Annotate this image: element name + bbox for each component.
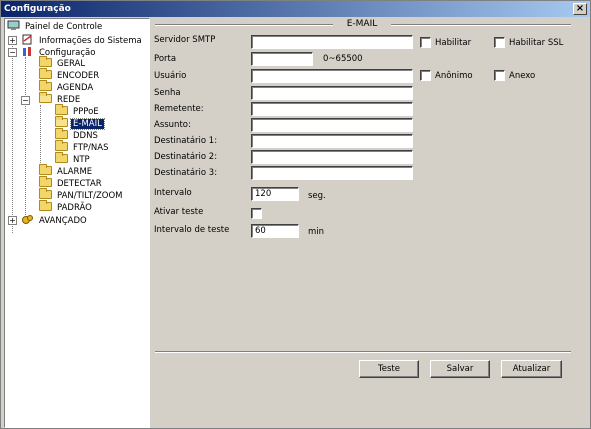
smtp-server-input[interactable] [251,35,413,49]
collapse-rede-icon[interactable]: − [21,96,30,105]
tree-item-ntp[interactable]: NTP [55,152,92,166]
config-tools-icon [23,47,31,56]
usuario-label: Usuário [154,71,187,81]
folder-icon [55,128,68,139]
collapse-config-icon[interactable]: − [8,48,17,57]
tree-root[interactable]: Painel de Controle [7,20,104,32]
destinatario2-label: Destinatário 2: [154,152,218,162]
close-button[interactable]: × [573,3,587,15]
folder-icon [39,188,52,199]
assunto-label: Assunto: [154,120,191,130]
tree-item-padrao[interactable]: PADRÃO [39,200,94,214]
tree-root-label: Painel de Controle [25,22,103,32]
intervalo-label: Intervalo [154,188,192,198]
destinatario1-label: Destinatário 1: [154,136,218,146]
window-title: Configuração [4,4,71,14]
ativar-teste-checkbox[interactable] [251,208,262,219]
folder-icon [39,176,52,187]
tree-item-info[interactable]: Informações do Sistema [21,34,144,46]
intervalo-unit: seg. [308,191,326,201]
folder-open-icon [39,92,52,103]
tree-item-alarme[interactable]: ALARME [39,164,94,178]
senha-label: Senha [154,88,181,98]
habilitar-ssl-label: Habilitar SSL [509,38,564,48]
intervalo-teste-label: Intervalo de teste [154,225,230,235]
expand-info-icon[interactable]: + [8,36,17,45]
anexo-label: Anexo [509,71,536,81]
folder-icon [39,200,52,211]
info-document-icon [22,34,32,45]
atualizar-button[interactable]: Atualizar [501,360,562,378]
porta-label: Porta [154,54,177,64]
ativar-teste-label: Ativar teste [154,207,204,217]
tree-item-encoder[interactable]: ENCODER [39,68,101,82]
folder-open-icon [55,116,68,127]
folder-icon [39,164,52,175]
tree-item-agenda[interactable]: AGENDA [39,80,95,94]
tree-item-info-label: Informações do Sistema [39,36,142,46]
folder-icon [39,80,52,91]
tree-item-config[interactable]: Configuração [21,46,97,58]
smtp-label: Servidor SMTP [154,35,216,45]
navigation-tree: Painel de Controle + Informações do Sist… [4,18,150,428]
gears-icon [22,215,33,224]
remetente-input[interactable] [251,102,413,116]
intervalo-teste-unit: min [308,227,325,237]
habilitar-label: Habilitar [435,38,472,48]
intervalo-input[interactable]: 120 [251,187,299,201]
anonimo-checkbox[interactable] [420,70,431,81]
expand-avancado-icon[interactable]: + [8,216,17,225]
salvar-button[interactable]: Salvar [430,360,490,378]
computer-icon [7,20,20,30]
tree-item-detectar[interactable]: DETECTAR [39,176,104,190]
tree-item-pan[interactable]: PAN/TILT/ZOOM [39,188,124,202]
porta-range-hint: 0~65500 [323,54,363,64]
folder-icon [55,152,68,163]
intervalo-teste-input[interactable]: 60 [251,224,299,238]
remetente-label: Remetente: [154,104,204,114]
destinatario1-input[interactable] [251,134,413,148]
porta-input[interactable] [251,52,313,66]
divider [391,24,571,26]
config-window: Configuração × Painel de Controle + Info… [0,0,591,429]
destinatario3-input[interactable] [251,166,413,180]
folder-icon [55,104,68,115]
teste-button[interactable]: Teste [359,360,419,378]
folder-icon [39,56,52,67]
habilitar-checkbox[interactable] [420,37,431,48]
divider [155,351,571,353]
tree-item-avancado[interactable]: AVANÇADO [21,214,89,226]
email-settings-panel: E-MAIL Servidor SMTP Habilitar Habilitar… [153,18,590,428]
destinatario2-input[interactable] [251,150,413,164]
anonimo-label: Anônimo [435,71,473,81]
assunto-input[interactable] [251,118,413,132]
close-icon: × [575,3,585,14]
senha-input[interactable] [251,86,413,100]
title-bar: Configuração × [1,1,590,17]
usuario-input[interactable] [251,69,413,83]
destinatario3-label: Destinatário 3: [154,168,218,178]
habilitar-ssl-checkbox[interactable] [494,37,505,48]
tree-item-ftp[interactable]: FTP/NAS [55,140,111,154]
folder-icon [39,68,52,79]
anexo-checkbox[interactable] [494,70,505,81]
folder-icon [55,140,68,151]
